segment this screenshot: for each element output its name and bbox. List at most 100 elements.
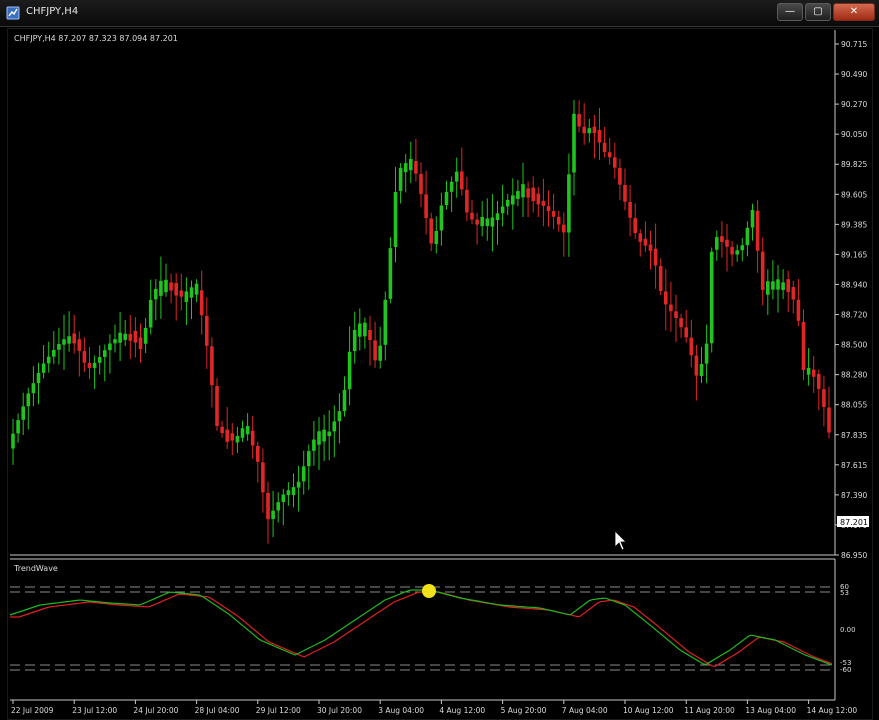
candle-body: [572, 113, 576, 173]
candle-body: [383, 299, 388, 345]
price-tick-label: 90.490: [841, 70, 867, 79]
candle-body: [21, 406, 25, 420]
candle-body: [261, 462, 265, 493]
candle-body: [623, 185, 627, 202]
current-price-label: 87.201: [840, 518, 868, 527]
candle-body: [745, 227, 750, 246]
mouse-cursor-icon: [614, 530, 627, 551]
candle-body: [358, 323, 362, 337]
price-axis-labels: 90.715 90.490 90.270 90.050 89.825 89.605 89.3…: [835, 40, 867, 560]
candle-body: [327, 431, 331, 437]
indicator-level-label: -60: [840, 666, 851, 674]
candle-body: [460, 171, 464, 190]
candle-body: [771, 281, 775, 290]
chart-info-label: CHFJPY,H4 87.207 87.323 87.094 87.201: [14, 34, 178, 43]
candle-body: [26, 393, 31, 407]
candle-body: [52, 349, 56, 357]
candle-body: [618, 168, 622, 185]
candle-body: [250, 430, 255, 446]
price-tick-label: 90.270: [841, 100, 867, 109]
candle-body: [148, 299, 153, 328]
candle-body: [720, 236, 724, 242]
candle-body: [159, 280, 163, 296]
candle-body: [220, 426, 224, 434]
price-tick-label: 88.055: [841, 401, 867, 410]
candle-body: [735, 250, 739, 255]
candle-body: [225, 429, 229, 442]
candle-body: [393, 192, 398, 247]
trendwave-fast-line: [9, 589, 833, 666]
time-tick-label: 24 Jul 20:00: [133, 706, 178, 715]
candle-body: [541, 200, 546, 206]
candle-body: [485, 218, 490, 226]
candle-body: [414, 161, 418, 174]
chart-canvas[interactable]: CHFJPY,H4 87.207 87.323 87.094 87.201 Tr…: [0, 0, 879, 720]
candle-body: [704, 343, 709, 364]
candle-body: [505, 199, 510, 207]
candle-body: [516, 191, 520, 199]
candle-body: [470, 212, 474, 220]
candle-body: [199, 290, 204, 316]
candle-body: [108, 343, 112, 351]
candle-body: [562, 224, 566, 233]
candle-body: [638, 233, 643, 242]
candle-body: [291, 487, 296, 495]
candle-body: [781, 282, 785, 290]
candle-body: [266, 493, 270, 520]
candle-body: [11, 433, 15, 449]
candle-body: [551, 211, 556, 217]
candle-body: [174, 283, 178, 296]
time-tick-label: 23 Jul 12:00: [72, 706, 117, 715]
time-tick-label: 28 Jul 04:00: [195, 706, 240, 715]
candle-body: [133, 330, 138, 343]
price-tick-label: 89.605: [841, 190, 867, 199]
time-tick-label: 22 Jul 2009: [11, 706, 54, 715]
candle-body: [332, 421, 337, 432]
candle-body: [373, 340, 377, 361]
candle-body: [164, 279, 168, 293]
candle-body: [500, 206, 505, 214]
candle-body: [301, 466, 306, 482]
candle-body: [179, 290, 184, 297]
time-tick-label: 29 Jul 12:00: [256, 706, 301, 715]
time-tick-label: 7 Aug 04:00: [562, 706, 608, 715]
candle-body: [658, 266, 663, 291]
candle-body: [322, 429, 326, 442]
candle-body: [796, 299, 801, 321]
candle-body: [521, 184, 525, 198]
candle-body: [429, 218, 433, 244]
candle-body: [281, 494, 286, 502]
price-tick-label: 87.615: [841, 461, 867, 470]
candle-body: [215, 386, 219, 426]
candle-body: [669, 304, 673, 312]
candle-body: [480, 216, 484, 227]
candle-body: [46, 356, 51, 364]
candle-body: [230, 433, 235, 441]
candle-body: [424, 194, 428, 218]
price-tick-label: 88.940: [841, 280, 867, 289]
candle-body: [740, 245, 745, 251]
candle-body: [694, 355, 699, 376]
candle-body: [398, 167, 403, 191]
candle-body: [235, 435, 240, 443]
candle-body: [531, 187, 535, 202]
candle-body: [403, 163, 408, 173]
candle-body: [546, 206, 551, 211]
candle-body: [674, 311, 678, 318]
candle-body: [439, 205, 444, 231]
candle-body: [709, 251, 714, 344]
time-axis-labels: 22 Jul 2009 23 Jul 12:00 24 Jul 20:00 28 Ju…: [11, 700, 857, 715]
candle-body: [388, 248, 393, 299]
candle-body: [786, 279, 790, 293]
candle-body: [587, 128, 592, 134]
candle-body: [77, 339, 82, 351]
candle-body: [750, 210, 755, 228]
candle-body: [444, 192, 449, 205]
candle-body: [602, 142, 607, 153]
candle-body: [607, 152, 612, 158]
candle-body: [679, 318, 683, 328]
candle-body: [342, 390, 347, 411]
candle-body: [138, 337, 143, 350]
indicator-level-label: 53: [840, 589, 849, 597]
price-tick-label: 88.500: [841, 341, 867, 350]
